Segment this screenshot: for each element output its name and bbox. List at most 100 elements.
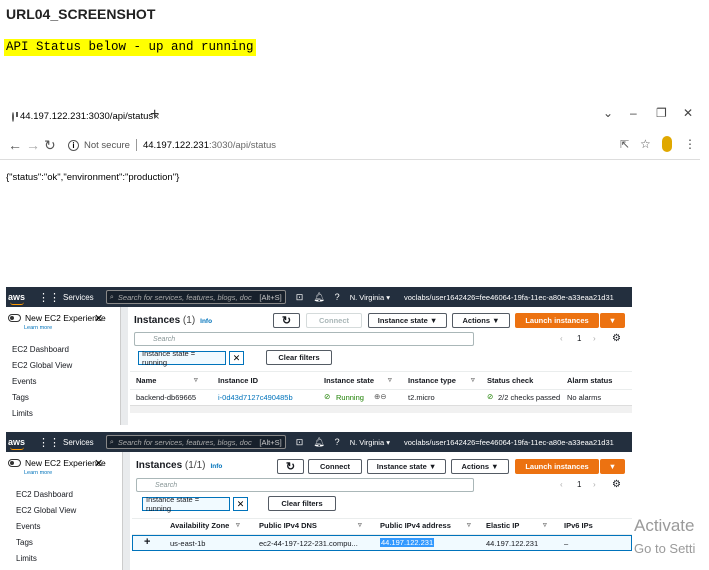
prev-page-icon[interactable]: ‹ <box>560 334 563 343</box>
sidebar-item-limits[interactable]: Limits <box>12 409 33 418</box>
sort-icon[interactable]: ▿ <box>358 520 362 529</box>
instance-state-dropdown[interactable]: Instance state ▼ <box>368 313 447 328</box>
next-page-icon[interactable]: › <box>593 480 596 489</box>
column-header-status-check[interactable]: Status check <box>487 376 533 385</box>
account-menu[interactable]: voclabs/user1642426=fee46064-19fa-11ec-a… <box>404 293 614 302</box>
column-header-instance-type[interactable]: Instance type <box>408 376 456 385</box>
page-number[interactable]: 1 <box>577 480 581 489</box>
column-header-instance-id[interactable]: Instance ID <box>218 376 258 385</box>
sidebar-item-events[interactable]: Events <box>16 522 40 531</box>
close-window-button[interactable]: ✕ <box>683 106 693 120</box>
menu-kebab-icon[interactable]: ⋮ <box>684 137 696 151</box>
close-sidebar-icon[interactable]: ✕ <box>94 457 103 470</box>
region-selector[interactable]: N. Virginia ▾ <box>350 438 390 447</box>
new-experience-toggle[interactable]: New EC2 Experience <box>8 313 106 323</box>
maximize-button[interactable]: ❐ <box>656 106 667 120</box>
service-search-input[interactable]: ⌕ Search for services, features, blogs, … <box>105 290 286 304</box>
learn-more-link[interactable]: Learn more <box>24 325 52 331</box>
column-header-elastic-ip[interactable]: Elastic IP <box>486 521 519 530</box>
page-number[interactable]: 1 <box>577 334 581 343</box>
new-tab-button[interactable]: + <box>150 106 159 124</box>
launch-instances-button[interactable]: Launch instances <box>515 313 599 328</box>
learn-more-link[interactable]: Learn more <box>24 470 52 476</box>
connect-button[interactable]: Connect <box>306 313 362 328</box>
help-icon[interactable]: ? <box>335 292 340 302</box>
json-response: {"status":"ok","environment":"production… <box>6 172 180 183</box>
column-header-public-ipv4-address[interactable]: Public IPv4 address <box>380 521 451 530</box>
sidebar-item-ec2-dashboard[interactable]: EC2 Dashboard <box>16 490 73 499</box>
column-header-availability-zone[interactable]: Availability Zone <box>170 521 229 530</box>
next-page-icon[interactable]: › <box>593 334 596 343</box>
info-link[interactable]: Info <box>200 318 212 325</box>
reload-icon[interactable]: ↻ <box>44 137 56 154</box>
aws-logo[interactable]: aws <box>8 292 28 305</box>
refresh-button[interactable]: ↻ <box>273 313 300 328</box>
instance-id-link[interactable]: i-0d43d7127c490485b <box>218 393 293 402</box>
region-selector[interactable]: N. Virginia ▾ <box>350 293 390 302</box>
back-arrow-icon[interactable]: ← <box>8 137 22 153</box>
aws-logo[interactable]: aws <box>8 437 28 450</box>
sort-icon[interactable]: ▿ <box>471 375 475 384</box>
sidebar-item-limits[interactable]: Limits <box>16 554 37 563</box>
toggle-icon[interactable] <box>8 314 21 322</box>
sort-icon[interactable]: ▿ <box>467 520 471 529</box>
connect-button[interactable]: Connect <box>308 459 362 474</box>
column-header-public-ipv4-dns[interactable]: Public IPv4 DNS <box>259 521 317 530</box>
sidebar-item-ec2-global-view[interactable]: EC2 Global View <box>12 361 72 370</box>
remove-filter-icon[interactable]: ✕ <box>229 351 244 365</box>
refresh-button[interactable]: ↻ <box>277 459 304 474</box>
share-icon[interactable]: ⇱ <box>620 138 629 151</box>
expand-row-icon[interactable]: + <box>144 536 150 548</box>
zoom-icons[interactable]: ⊕⊖ <box>374 392 387 401</box>
horizontal-scrollbar[interactable] <box>130 405 632 413</box>
new-experience-toggle[interactable]: New EC2 Experience <box>8 458 106 468</box>
address-bar[interactable]: i Not secure 44.197.122.231 :3030/api/st… <box>62 134 702 156</box>
settings-gear-icon[interactable]: ⚙ <box>612 479 621 490</box>
actions-dropdown[interactable]: Actions ▼ <box>452 313 510 328</box>
toggle-icon[interactable] <box>8 459 21 467</box>
bookmark-star-icon[interactable]: ☆ <box>640 137 651 151</box>
column-header-name[interactable]: Name <box>136 376 156 385</box>
tab-search-icon[interactable]: ⌄ <box>603 106 613 120</box>
browser-tab[interactable]: 44.197.122.231:3030/api/status × <box>6 104 162 129</box>
instance-state-dropdown[interactable]: Instance state ▼ <box>367 459 446 474</box>
launch-dropdown-button[interactable]: ▼ <box>600 313 625 328</box>
services-menu[interactable]: Services <box>63 293 94 302</box>
help-icon[interactable]: ? <box>335 437 340 447</box>
sort-icon[interactable]: ▿ <box>388 375 392 384</box>
profile-avatar[interactable] <box>662 136 672 152</box>
cloudshell-icon[interactable]: ⊡ <box>296 292 304 303</box>
instances-search-input[interactable]: Search <box>134 332 474 346</box>
sidebar-item-ec2-dashboard[interactable]: EC2 Dashboard <box>12 345 69 354</box>
notifications-bell-icon[interactable]: 🔔︎ <box>313 437 324 448</box>
instances-search-input[interactable]: Search <box>136 478 474 492</box>
services-menu[interactable]: Services <box>63 438 94 447</box>
sort-icon[interactable]: ▿ <box>543 520 547 529</box>
column-header-instance-state[interactable]: Instance state <box>324 376 374 385</box>
sidebar-item-events[interactable]: Events <box>12 377 36 386</box>
clear-filters-button[interactable]: Clear filters <box>266 350 332 365</box>
info-link[interactable]: Info <box>210 463 222 470</box>
column-header-ipv6-ips[interactable]: IPv6 IPs <box>564 521 593 530</box>
column-header-alarm-status[interactable]: Alarm status <box>567 376 612 385</box>
cloudshell-icon[interactable]: ⊡ <box>296 437 304 448</box>
remove-filter-icon[interactable]: ✕ <box>233 497 248 511</box>
launch-instances-button[interactable]: Launch instances <box>515 459 599 474</box>
sidebar-item-tags[interactable]: Tags <box>16 538 33 547</box>
notifications-bell-icon[interactable]: 🔔︎ <box>313 292 324 303</box>
sidebar-item-tags[interactable]: Tags <box>12 393 29 402</box>
warning-info-icon[interactable]: i <box>68 139 79 151</box>
prev-page-icon[interactable]: ‹ <box>560 480 563 489</box>
sidebar-item-ec2-global-view[interactable]: EC2 Global View <box>16 506 76 515</box>
clear-filters-button[interactable]: Clear filters <box>268 496 336 511</box>
forward-arrow-icon[interactable]: → <box>26 137 40 153</box>
sort-icon[interactable]: ▿ <box>194 375 198 384</box>
service-search-input[interactable]: ⌕ Search for services, features, blogs, … <box>105 435 286 449</box>
actions-dropdown[interactable]: Actions ▼ <box>451 459 509 474</box>
launch-dropdown-button[interactable]: ▼ <box>600 459 625 474</box>
account-menu[interactable]: voclabs/user1642426=fee46064-19fa-11ec-a… <box>404 438 614 447</box>
sort-icon[interactable]: ▿ <box>236 520 240 529</box>
minimize-button[interactable]: – <box>630 106 637 120</box>
close-sidebar-icon[interactable]: ✕ <box>94 312 103 325</box>
settings-gear-icon[interactable]: ⚙ <box>612 333 621 344</box>
